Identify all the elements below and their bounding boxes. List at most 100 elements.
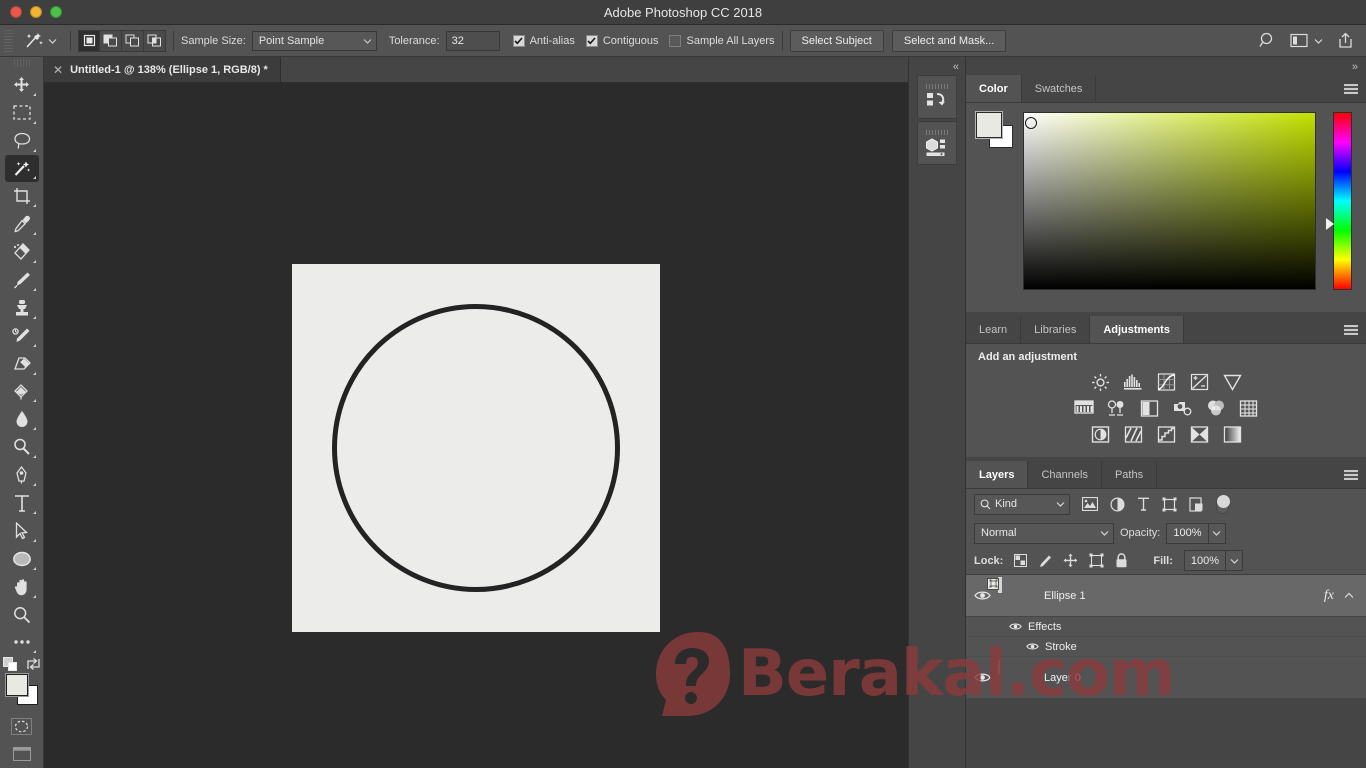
quick-mask-icon[interactable] bbox=[5, 712, 39, 740]
intersect-with-selection-button[interactable] bbox=[144, 29, 166, 52]
panel-menu-icon[interactable] bbox=[1344, 84, 1358, 94]
filter-adjustment-icon[interactable] bbox=[1110, 496, 1125, 512]
filter-smart-object-icon[interactable] bbox=[1189, 496, 1204, 512]
eraser-tool[interactable] bbox=[5, 350, 39, 378]
pen-tool[interactable] bbox=[5, 461, 39, 489]
eye-icon[interactable] bbox=[1023, 640, 1041, 654]
clone-stamp-tool[interactable] bbox=[5, 294, 39, 322]
hand-tool[interactable] bbox=[5, 573, 39, 601]
select-subject-button[interactable]: Select Subject bbox=[789, 29, 884, 52]
contiguous-checkbox[interactable]: Contiguous bbox=[585, 34, 658, 47]
lock-all-icon[interactable] bbox=[1115, 553, 1128, 568]
curves-icon[interactable] bbox=[1155, 372, 1177, 392]
document-canvas[interactable] bbox=[292, 264, 660, 632]
canvas-workspace[interactable] bbox=[44, 83, 908, 768]
shape-layer-thumbnail[interactable] bbox=[987, 576, 1034, 613]
eye-icon[interactable] bbox=[1006, 620, 1024, 634]
dodge-tool[interactable] bbox=[5, 433, 39, 461]
panel-menu-icon[interactable] bbox=[1344, 470, 1358, 480]
close-window-button[interactable] bbox=[10, 6, 22, 18]
chevron-down-icon[interactable] bbox=[1225, 551, 1242, 570]
document-tab[interactable]: ✕ Untitled-1 @ 138% (Ellipse 1, RGB/8) * bbox=[44, 57, 281, 82]
lock-position-icon[interactable] bbox=[1063, 553, 1078, 568]
history-panel-icon[interactable] bbox=[917, 75, 957, 119]
search-icon[interactable] bbox=[1259, 32, 1276, 49]
lock-image-pixels-icon[interactable] bbox=[1038, 554, 1052, 568]
filter-enable-toggle[interactable] bbox=[1216, 494, 1230, 514]
layer-name[interactable]: Ellipse 1 bbox=[1044, 590, 1086, 602]
selective-color-icon[interactable] bbox=[1188, 424, 1210, 444]
crop-tool[interactable] bbox=[5, 182, 39, 210]
minimize-window-button[interactable] bbox=[30, 6, 42, 18]
tab-swatches[interactable]: Swatches bbox=[1022, 75, 1097, 102]
chevron-down-icon[interactable] bbox=[1207, 523, 1225, 543]
maximize-window-button[interactable] bbox=[50, 6, 62, 18]
active-tool-preset[interactable] bbox=[16, 31, 63, 51]
tab-adjustments[interactable]: Adjustments bbox=[1090, 316, 1184, 343]
black-and-white-icon[interactable] bbox=[1139, 398, 1161, 418]
chevron-down-icon[interactable] bbox=[48, 38, 57, 44]
blend-mode-select[interactable]: Normal bbox=[974, 522, 1114, 544]
sample-all-layers-checkbox[interactable]: Sample All Layers bbox=[669, 34, 775, 47]
pixel-layer-thumbnail[interactable] bbox=[998, 659, 1034, 695]
filter-shape-icon[interactable] bbox=[1162, 497, 1177, 512]
eye-icon[interactable] bbox=[966, 672, 998, 683]
fill-input[interactable]: 100% bbox=[1183, 550, 1244, 571]
color-field[interactable] bbox=[1023, 112, 1316, 290]
subtract-from-selection-button[interactable] bbox=[122, 29, 144, 52]
lock-artboard-nesting-icon[interactable] bbox=[1089, 553, 1104, 568]
chevron-down-icon[interactable] bbox=[1314, 38, 1323, 44]
tolerance-input[interactable]: 32 bbox=[445, 30, 500, 51]
add-to-selection-button[interactable] bbox=[100, 29, 122, 52]
layer-name[interactable]: Layer 0 bbox=[1044, 672, 1081, 684]
double-chevron-left-icon[interactable]: « bbox=[909, 57, 965, 73]
rectangular-marquee-tool[interactable] bbox=[5, 99, 39, 127]
move-tool[interactable] bbox=[5, 71, 39, 99]
properties-panel-icon[interactable] bbox=[917, 121, 957, 165]
color-lookup-icon[interactable] bbox=[1238, 398, 1260, 418]
magic-wand-tool[interactable] bbox=[4, 154, 39, 183]
tab-paths[interactable]: Paths bbox=[1102, 461, 1158, 488]
workspace-icon[interactable] bbox=[1290, 33, 1308, 48]
new-selection-button[interactable] bbox=[78, 29, 100, 52]
fx-badge[interactable]: fx bbox=[1324, 588, 1334, 604]
layer-filter-kind-select[interactable]: Kind bbox=[974, 493, 1070, 515]
double-chevron-right-icon[interactable]: » bbox=[966, 57, 1366, 75]
tab-color[interactable]: Color bbox=[966, 75, 1022, 102]
spot-healing-brush-tool[interactable] bbox=[5, 238, 39, 266]
tools-panel-grip[interactable] bbox=[13, 59, 30, 67]
anti-alias-checkbox[interactable]: Anti-alias bbox=[512, 34, 575, 47]
tab-libraries[interactable]: Libraries bbox=[1021, 316, 1091, 343]
color-picker-handle[interactable] bbox=[1025, 117, 1037, 129]
filter-pixel-icon[interactable] bbox=[1082, 497, 1098, 511]
tab-layers[interactable]: Layers bbox=[966, 461, 1029, 488]
sample-size-select[interactable]: Point Sample bbox=[251, 30, 377, 51]
options-bar-grip[interactable] bbox=[4, 29, 13, 52]
share-icon[interactable] bbox=[1337, 32, 1354, 49]
photo-filter-icon[interactable] bbox=[1172, 398, 1194, 418]
threshold-icon[interactable] bbox=[1155, 424, 1177, 444]
channel-mixer-icon[interactable] bbox=[1205, 398, 1227, 418]
edit-toolbar-tool[interactable] bbox=[5, 628, 39, 656]
levels-icon[interactable] bbox=[1122, 372, 1144, 392]
select-and-mask-button[interactable]: Select and Mask... bbox=[891, 29, 1007, 52]
brightness-contrast-icon[interactable] bbox=[1089, 372, 1111, 392]
blur-tool[interactable] bbox=[5, 405, 39, 433]
opacity-input[interactable]: 100% bbox=[1166, 522, 1226, 544]
gradient-map-icon[interactable] bbox=[1221, 424, 1243, 444]
table-row[interactable]: Layer 0 bbox=[966, 657, 1366, 699]
lock-transparent-pixels-icon[interactable] bbox=[1014, 554, 1028, 567]
vibrance-icon[interactable] bbox=[1221, 372, 1243, 392]
path-selection-tool[interactable] bbox=[5, 517, 39, 545]
panel-menu-icon[interactable] bbox=[1344, 325, 1358, 335]
tab-learn[interactable]: Learn bbox=[966, 316, 1022, 343]
list-item[interactable]: Stroke bbox=[966, 637, 1366, 657]
history-brush-tool[interactable] bbox=[5, 322, 39, 350]
posterize-icon[interactable] bbox=[1122, 424, 1144, 444]
eyedropper-tool[interactable] bbox=[5, 210, 39, 238]
ellipse-shape[interactable] bbox=[332, 304, 620, 592]
hue-slider[interactable] bbox=[1326, 112, 1352, 290]
screen-mode-icon[interactable] bbox=[5, 740, 39, 768]
list-item[interactable]: Effects bbox=[966, 617, 1366, 637]
type-tool[interactable] bbox=[5, 489, 39, 517]
